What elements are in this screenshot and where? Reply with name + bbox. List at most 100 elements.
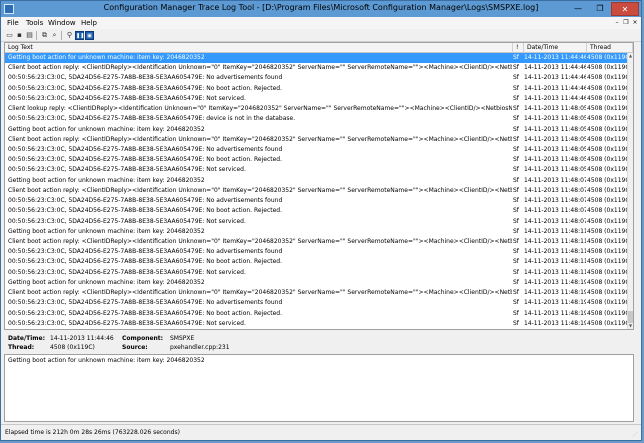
table-row[interactable]: 00:50:56:23:C3:0C, 5DA24D56-E275-7A8B-8E…: [5, 298, 627, 308]
vertical-scrollbar[interactable]: ▲ ▼: [627, 53, 633, 329]
date-time-cell: 14-11-2013 11:44:46: [524, 54, 586, 61]
thread-cell: 4508 (0x119C): [587, 166, 627, 174]
thread-cell: 4508 (0x119C): [587, 238, 627, 245]
mdi-restore-button[interactable]: ❐: [622, 18, 630, 28]
table-row[interactable]: Client boot action reply: <ClientIDReply…: [5, 186, 627, 196]
table-row[interactable]: 00:50:56:23:C3:0C, 5DA24D56-E275-7A8B-8E…: [5, 196, 627, 206]
date-time-cell: 14-11-2013 11:48:05: [524, 105, 586, 113]
table-row[interactable]: 00:50:56:23:C3:0C, 5DA24D56-E275-7A8B-8E…: [5, 73, 627, 83]
column-log-text[interactable]: Log Text: [5, 43, 513, 53]
log-text-cell: 00:50:56:23:C3:0C, 5DA24D56-E275-7A8B-8E…: [8, 156, 282, 164]
thread-cell: 4508 (0x119C): [587, 207, 627, 215]
minimize-button[interactable]: —: [567, 2, 589, 16]
log-text-cell: Client boot action reply: <ClientIDReply…: [8, 238, 512, 245]
table-row[interactable]: Client boot action reply: <ClientIDReply…: [5, 237, 627, 247]
table-row[interactable]: Getting boot action for unknown machine:…: [5, 176, 627, 186]
thread-cell: 4508 (0x119C): [587, 84, 627, 92]
menu-window[interactable]: Window: [48, 18, 76, 28]
table-row[interactable]: 00:50:56:23:C3:0C, 5DA24D56-E275-7A8B-8E…: [5, 268, 627, 278]
thread-cell: 4508 (0x119C): [587, 289, 627, 297]
pause-icon[interactable]: ❚❚: [75, 31, 84, 40]
thread-cell: 4508 (0x119C): [587, 299, 627, 307]
flag-cell: Sf: [513, 278, 519, 286]
resize-grip-icon[interactable]: ⋰: [632, 431, 639, 438]
flag-cell: Sf: [513, 299, 519, 307]
table-row[interactable]: 00:50:56:23:C3:0C, 5DA24D56-E275-7A8B-8E…: [5, 155, 627, 165]
message-textbox[interactable]: Getting boot action for unknown machine:…: [4, 354, 634, 422]
flag-cell: Sf: [513, 146, 519, 153]
table-row[interactable]: Getting boot action for unknown machine:…: [5, 278, 627, 288]
column-date-time[interactable]: Date/Time: [524, 43, 587, 53]
table-row[interactable]: 00:50:56:23:C3:0C, 5DA24D56-E275-7A8B-8E…: [5, 257, 627, 267]
table-row[interactable]: 00:50:56:23:C3:0C, 5DA24D56-E275-7A8B-8E…: [5, 309, 627, 319]
date-time-label: Date/Time:: [8, 335, 46, 342]
table-row[interactable]: 00:50:56:23:C3:0C, 5DA24D56-E275-7A8B-8E…: [5, 114, 627, 124]
log-text-cell: Client lookup reply: <ClientIDReply><Ide…: [8, 105, 512, 113]
table-row[interactable]: 00:50:56:23:C3:0C, 5DA24D56-E275-7A8B-8E…: [5, 319, 627, 329]
scroll-up-icon[interactable]: ▲: [628, 53, 633, 59]
date-time-cell: 14-11-2013 11:48:19: [524, 299, 586, 307]
table-row[interactable]: Getting boot action for unknown machine:…: [5, 125, 627, 135]
table-row[interactable]: 00:50:56:23:C3:0C, 5DA24D56-E275-7A8B-8E…: [5, 84, 627, 94]
table-row[interactable]: 00:50:56:23:C3:0C, 5DA24D56-E275-7A8B-8E…: [5, 165, 627, 175]
mdi-minimize-button[interactable]: –: [613, 18, 621, 28]
log-grid: Log Text ! Date/Time Thread Getting boot…: [4, 42, 634, 330]
filter-icon[interactable]: ⚲: [65, 31, 74, 40]
menu-help[interactable]: Help: [81, 18, 97, 28]
log-text-cell: 00:50:56:23:C3:0C, 5DA24D56-E275-7A8B-8E…: [8, 309, 282, 317]
menu-tools[interactable]: Tools: [26, 18, 43, 28]
date-time-cell: 14-11-2013 11:48:19: [524, 289, 586, 297]
date-time-cell: 14-11-2013 11:48:05: [524, 115, 586, 123]
log-rows: Getting boot action for unknown machine:…: [5, 53, 627, 329]
copy-icon[interactable]: ⧉: [40, 31, 49, 40]
menu-file[interactable]: File: [7, 18, 19, 28]
thread-cell: 4508 (0x119C): [587, 227, 627, 235]
scroll-down-icon[interactable]: ▼: [628, 323, 633, 329]
date-time-cell: 14-11-2013 11:48:11: [524, 227, 586, 235]
table-row[interactable]: 00:50:56:23:C3:0C, 5DA24D56-E275-7A8B-8E…: [5, 145, 627, 155]
date-time-cell: 14-11-2013 11:48:05: [524, 125, 586, 133]
log-text-cell: 00:50:56:23:C3:0C, 5DA24D56-E275-7A8B-8E…: [8, 74, 283, 82]
table-row[interactable]: Client lookup reply: <ClientIDReply><Ide…: [5, 104, 627, 114]
thread-cell: 4508 (0x119C): [587, 309, 627, 317]
date-time-cell: 14-11-2013 11:48:11: [524, 258, 586, 266]
save-icon[interactable]: ▪: [15, 31, 24, 40]
highlight-icon[interactable]: ▣: [85, 31, 94, 40]
table-row[interactable]: Getting boot action for unknown machine:…: [5, 227, 627, 237]
date-time-cell: 14-11-2013 11:48:07: [524, 197, 586, 205]
find-icon[interactable]: ⌕: [50, 31, 59, 40]
table-row[interactable]: Getting boot action for unknown machine:…: [5, 53, 627, 64]
table-row[interactable]: Client boot action reply: <ClientIDReply…: [5, 135, 627, 145]
flag-cell: Sf: [513, 156, 519, 164]
maximize-button[interactable]: ❐: [589, 2, 611, 16]
print-icon[interactable]: ▤: [25, 31, 34, 40]
scroll-thumb[interactable]: [628, 311, 633, 323]
status-bar: Elapsed time is 212h 0m 28s 26ms (763228…: [1, 424, 641, 440]
toolbar-separator: [36, 31, 37, 40]
table-row[interactable]: 00:50:56:23:C3:0C, 5DA24D56-E275-7A8B-8E…: [5, 206, 627, 216]
flag-cell: Sf: [513, 54, 519, 61]
column-thread[interactable]: Thread: [587, 43, 633, 53]
log-text-cell: 00:50:56:23:C3:0C, 5DA24D56-E275-7A8B-8E…: [8, 84, 282, 92]
thread-cell: 4508 (0x119C): [587, 248, 627, 256]
date-time-cell: 14-11-2013 11:48:05: [524, 166, 586, 174]
title-bar[interactable]: Configuration Manager Trace Log Tool - […: [1, 1, 641, 17]
date-time-cell: 14-11-2013 11:48:11: [524, 248, 586, 256]
app-window: Configuration Manager Trace Log Tool - […: [0, 0, 642, 441]
flag-cell: Sf: [513, 74, 519, 82]
open-icon[interactable]: ▭: [5, 31, 14, 40]
log-text-cell: 00:50:56:23:C3:0C, 5DA24D56-E275-7A8B-8E…: [8, 197, 283, 205]
toolbar: ▭ ▪ ▤ ⧉ ⌕ ⚲ ❚❚ ▣: [1, 29, 641, 42]
status-text: Elapsed time is 212h 0m 28s 26ms (763228…: [5, 429, 180, 436]
table-row[interactable]: 00:50:56:23:C3:0C, 5DA24D56-E275-7A8B-8E…: [5, 217, 627, 227]
table-row[interactable]: Client boot action reply: <ClientIDReply…: [5, 63, 627, 73]
table-row[interactable]: 00:50:56:23:C3:0C, 5DA24D56-E275-7A8B-8E…: [5, 247, 627, 257]
mdi-close-button[interactable]: ×: [631, 18, 639, 28]
column-flag[interactable]: !: [513, 43, 524, 53]
table-row[interactable]: Client boot action reply: <ClientIDReply…: [5, 288, 627, 298]
close-button[interactable]: ✕: [611, 2, 639, 16]
grid-header: Log Text ! Date/Time Thread: [5, 43, 633, 53]
thread-cell: 4508 (0x119C): [587, 217, 627, 225]
flag-cell: Sf: [513, 258, 519, 266]
table-row[interactable]: 00:50:56:23:C3:0C, 5DA24D56-E275-7A8B-8E…: [5, 94, 627, 104]
